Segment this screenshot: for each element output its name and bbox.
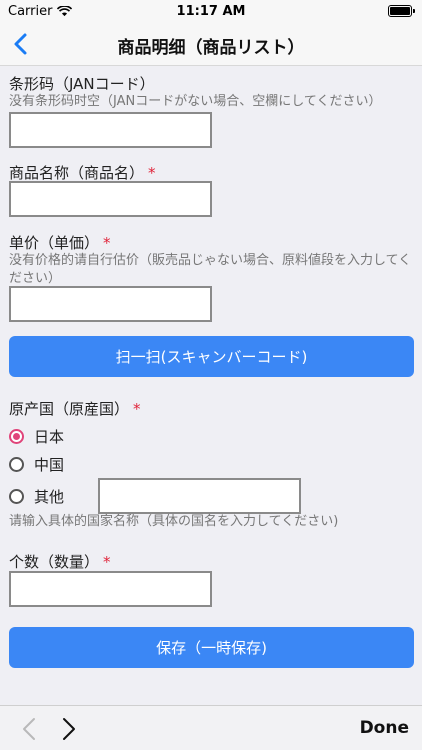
origin-label: 原产国（原産国） * <box>9 400 141 418</box>
status-bar: Carrier 11:17 AM <box>0 0 422 22</box>
radio-china[interactable] <box>9 457 24 472</box>
required-mark: * <box>103 234 111 252</box>
status-time: 11:17 AM <box>176 4 246 19</box>
other-country-hint: 请输入具体的国家名称（具体の国名を入力してください) <box>9 514 339 529</box>
scan-barcode-button[interactable]: 扫一扫(スキャンバーコード) <box>9 336 414 377</box>
required-mark: * <box>103 553 111 571</box>
jan-label: 条形码（JANコード） <box>9 75 155 93</box>
jan-hint: 没有条形码时空（JANコードがない場合、空欄にしてください） <box>9 94 382 109</box>
radio-china-label: 中国 <box>34 456 65 474</box>
radio-other[interactable] <box>9 489 24 504</box>
previous-field-chevron-icon[interactable] <box>18 716 40 742</box>
price-label: 单价（单価） * <box>9 234 111 252</box>
origin-option-japan[interactable]: 日本 <box>9 426 64 447</box>
keyboard-toolbar: Done <box>0 705 422 750</box>
battery-icon <box>388 5 415 17</box>
jan-input[interactable] <box>9 112 212 148</box>
radio-japan-label: 日本 <box>34 428 65 446</box>
origin-option-other[interactable]: 其他 <box>9 486 64 507</box>
radio-other-label: 其他 <box>34 488 65 506</box>
price-input[interactable] <box>9 286 212 322</box>
other-country-input[interactable] <box>98 478 301 514</box>
product-name-input[interactable] <box>9 181 212 217</box>
done-button[interactable]: Done <box>360 718 409 738</box>
radio-japan[interactable] <box>9 429 24 444</box>
required-mark: * <box>148 164 156 182</box>
required-mark: * <box>133 400 141 418</box>
product-name-label: 商品名称（商品名） * <box>9 164 156 182</box>
page-title: 商品明细（商品リスト） <box>117 38 305 58</box>
origin-option-china[interactable]: 中国 <box>9 454 64 475</box>
price-hint: 没有价格的请自行估价（販売品じゃない場合、原料値段を入力してください） <box>9 253 412 286</box>
navigation-bar: 商品明细（商品リスト） <box>0 22 422 66</box>
quantity-input[interactable] <box>9 571 212 607</box>
next-field-chevron-icon[interactable] <box>58 716 80 742</box>
save-button[interactable]: 保存（一時保存) <box>9 627 414 668</box>
quantity-label: 个数（数量） * <box>9 553 111 571</box>
